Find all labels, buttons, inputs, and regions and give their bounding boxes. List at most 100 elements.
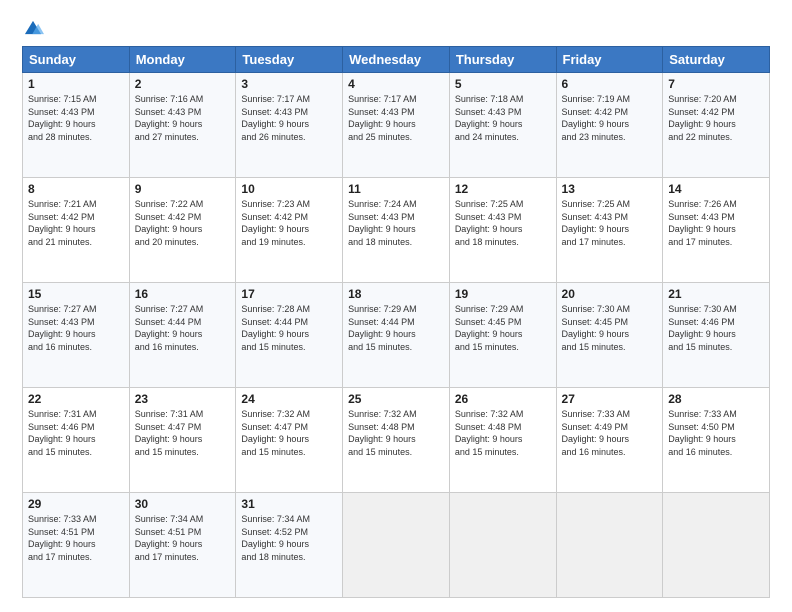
table-row: 11 Sunrise: 7:24 AM Sunset: 4:43 PM Dayli…	[343, 178, 450, 283]
day-number: 20	[562, 287, 658, 301]
table-row: 8Sunrise: 7:21 AM Sunset: 4:42 PM Daylig…	[23, 178, 130, 283]
day-info: Sunrise: 7:32 AM Sunset: 4:48 PM Dayligh…	[455, 408, 551, 458]
week-row: 22 Sunrise: 7:31 AM Sunset: 4:46 PM Dayli…	[23, 388, 770, 493]
week-row: 1 Sunrise: 7:15 AM Sunset: 4:43 PM Daylig…	[23, 73, 770, 178]
day-number: 18	[348, 287, 444, 301]
col-monday: Monday	[129, 47, 236, 73]
day-info: Sunrise: 7:16 AM Sunset: 4:43 PM Dayligh…	[135, 93, 231, 143]
day-info: Sunrise: 7:20 AM Sunset: 4:42 PM Dayligh…	[668, 93, 764, 143]
col-sunday: Sunday	[23, 47, 130, 73]
day-info: Sunrise: 7:33 AM Sunset: 4:50 PM Dayligh…	[668, 408, 764, 458]
day-info: Sunrise: 7:33 AM Sunset: 4:51 PM Dayligh…	[28, 513, 124, 563]
week-row: 29 Sunrise: 7:33 AM Sunset: 4:51 PM Dayli…	[23, 493, 770, 598]
table-row	[449, 493, 556, 598]
day-info: Sunrise: 7:17 AM Sunset: 4:43 PM Dayligh…	[241, 93, 337, 143]
col-thursday: Thursday	[449, 47, 556, 73]
day-number: 22	[28, 392, 124, 406]
day-info: Sunrise: 7:30 AM Sunset: 4:45 PM Dayligh…	[562, 303, 658, 353]
day-info: Sunrise: 7:26 AM Sunset: 4:43 PM Dayligh…	[668, 198, 764, 248]
day-number: 31	[241, 497, 337, 511]
day-info: Sunrise: 7:31 AM Sunset: 4:46 PM Dayligh…	[28, 408, 124, 458]
table-row: 7 Sunrise: 7:20 AM Sunset: 4:42 PM Daylig…	[663, 73, 770, 178]
table-row: 26Sunrise: 7:32 AM Sunset: 4:48 PM Dayli…	[449, 388, 556, 493]
col-wednesday: Wednesday	[343, 47, 450, 73]
day-number: 21	[668, 287, 764, 301]
table-row: 27 Sunrise: 7:33 AM Sunset: 4:49 PM Dayli…	[556, 388, 663, 493]
day-number: 24	[241, 392, 337, 406]
table-row: 10 Sunrise: 7:23 AM Sunset: 4:42 PM Dayli…	[236, 178, 343, 283]
day-info: Sunrise: 7:32 AM Sunset: 4:47 PM Dayligh…	[241, 408, 337, 458]
day-number: 27	[562, 392, 658, 406]
day-number: 13	[562, 182, 658, 196]
day-info: Sunrise: 7:31 AM Sunset: 4:47 PM Dayligh…	[135, 408, 231, 458]
top-section	[22, 18, 770, 40]
table-row: 23 Sunrise: 7:31 AM Sunset: 4:47 PM Dayli…	[129, 388, 236, 493]
table-row: 25 Sunrise: 7:32 AM Sunset: 4:48 PM Dayli…	[343, 388, 450, 493]
day-number: 2	[135, 77, 231, 91]
calendar-body: 1 Sunrise: 7:15 AM Sunset: 4:43 PM Daylig…	[23, 73, 770, 598]
table-row: 31Sunrise: 7:34 AM Sunset: 4:52 PM Dayli…	[236, 493, 343, 598]
day-info: Sunrise: 7:15 AM Sunset: 4:43 PM Dayligh…	[28, 93, 124, 143]
table-row: 20 Sunrise: 7:30 AM Sunset: 4:45 PM Dayli…	[556, 283, 663, 388]
day-info: Sunrise: 7:18 AM Sunset: 4:43 PM Dayligh…	[455, 93, 551, 143]
day-info: Sunrise: 7:28 AM Sunset: 4:44 PM Dayligh…	[241, 303, 337, 353]
day-number: 6	[562, 77, 658, 91]
day-number: 11	[348, 182, 444, 196]
col-tuesday: Tuesday	[236, 47, 343, 73]
table-row: 12 Sunrise: 7:25 AM Sunset: 4:43 PM Dayli…	[449, 178, 556, 283]
header-row: Sunday Monday Tuesday Wednesday Thursday…	[23, 47, 770, 73]
day-number: 23	[135, 392, 231, 406]
day-info: Sunrise: 7:27 AM Sunset: 4:44 PM Dayligh…	[135, 303, 231, 353]
day-number: 12	[455, 182, 551, 196]
day-number: 10	[241, 182, 337, 196]
day-number: 16	[135, 287, 231, 301]
table-row: 21 Sunrise: 7:30 AM Sunset: 4:46 PM Dayli…	[663, 283, 770, 388]
logo-icon	[22, 18, 44, 40]
table-row: 17Sunrise: 7:28 AM Sunset: 4:44 PM Dayli…	[236, 283, 343, 388]
week-row: 8Sunrise: 7:21 AM Sunset: 4:42 PM Daylig…	[23, 178, 770, 283]
day-info: Sunrise: 7:23 AM Sunset: 4:42 PM Dayligh…	[241, 198, 337, 248]
day-info: Sunrise: 7:29 AM Sunset: 4:45 PM Dayligh…	[455, 303, 551, 353]
day-number: 7	[668, 77, 764, 91]
day-info: Sunrise: 7:25 AM Sunset: 4:43 PM Dayligh…	[562, 198, 658, 248]
day-number: 25	[348, 392, 444, 406]
calendar-header: Sunday Monday Tuesday Wednesday Thursday…	[23, 47, 770, 73]
day-number: 4	[348, 77, 444, 91]
table-row: 9 Sunrise: 7:22 AM Sunset: 4:42 PM Daylig…	[129, 178, 236, 283]
table-row: 13 Sunrise: 7:25 AM Sunset: 4:43 PM Dayli…	[556, 178, 663, 283]
day-info: Sunrise: 7:21 AM Sunset: 4:42 PM Dayligh…	[28, 198, 124, 248]
day-number: 30	[135, 497, 231, 511]
table-row: 2 Sunrise: 7:16 AM Sunset: 4:43 PM Daylig…	[129, 73, 236, 178]
day-info: Sunrise: 7:34 AM Sunset: 4:51 PM Dayligh…	[135, 513, 231, 563]
table-row: 24 Sunrise: 7:32 AM Sunset: 4:47 PM Dayli…	[236, 388, 343, 493]
day-info: Sunrise: 7:30 AM Sunset: 4:46 PM Dayligh…	[668, 303, 764, 353]
logo	[22, 18, 48, 40]
table-row	[343, 493, 450, 598]
table-row: 30 Sunrise: 7:34 AM Sunset: 4:51 PM Dayli…	[129, 493, 236, 598]
week-row: 15Sunrise: 7:27 AM Sunset: 4:43 PM Dayli…	[23, 283, 770, 388]
table-row	[556, 493, 663, 598]
day-info: Sunrise: 7:24 AM Sunset: 4:43 PM Dayligh…	[348, 198, 444, 248]
day-info: Sunrise: 7:32 AM Sunset: 4:48 PM Dayligh…	[348, 408, 444, 458]
col-friday: Friday	[556, 47, 663, 73]
day-info: Sunrise: 7:25 AM Sunset: 4:43 PM Dayligh…	[455, 198, 551, 248]
day-number: 19	[455, 287, 551, 301]
table-row: 28Sunrise: 7:33 AM Sunset: 4:50 PM Dayli…	[663, 388, 770, 493]
table-row: 16 Sunrise: 7:27 AM Sunset: 4:44 PM Dayli…	[129, 283, 236, 388]
day-number: 5	[455, 77, 551, 91]
table-row: 22 Sunrise: 7:31 AM Sunset: 4:46 PM Dayli…	[23, 388, 130, 493]
calendar: Sunday Monday Tuesday Wednesday Thursday…	[22, 46, 770, 598]
day-number: 15	[28, 287, 124, 301]
table-row	[663, 493, 770, 598]
day-info: Sunrise: 7:22 AM Sunset: 4:42 PM Dayligh…	[135, 198, 231, 248]
table-row: 4 Sunrise: 7:17 AM Sunset: 4:43 PM Daylig…	[343, 73, 450, 178]
table-row: 14Sunrise: 7:26 AM Sunset: 4:43 PM Dayli…	[663, 178, 770, 283]
day-number: 1	[28, 77, 124, 91]
day-number: 3	[241, 77, 337, 91]
day-info: Sunrise: 7:33 AM Sunset: 4:49 PM Dayligh…	[562, 408, 658, 458]
day-number: 29	[28, 497, 124, 511]
day-info: Sunrise: 7:17 AM Sunset: 4:43 PM Dayligh…	[348, 93, 444, 143]
table-row: 18Sunrise: 7:29 AM Sunset: 4:44 PM Dayli…	[343, 283, 450, 388]
page: Sunday Monday Tuesday Wednesday Thursday…	[0, 0, 792, 612]
day-number: 9	[135, 182, 231, 196]
